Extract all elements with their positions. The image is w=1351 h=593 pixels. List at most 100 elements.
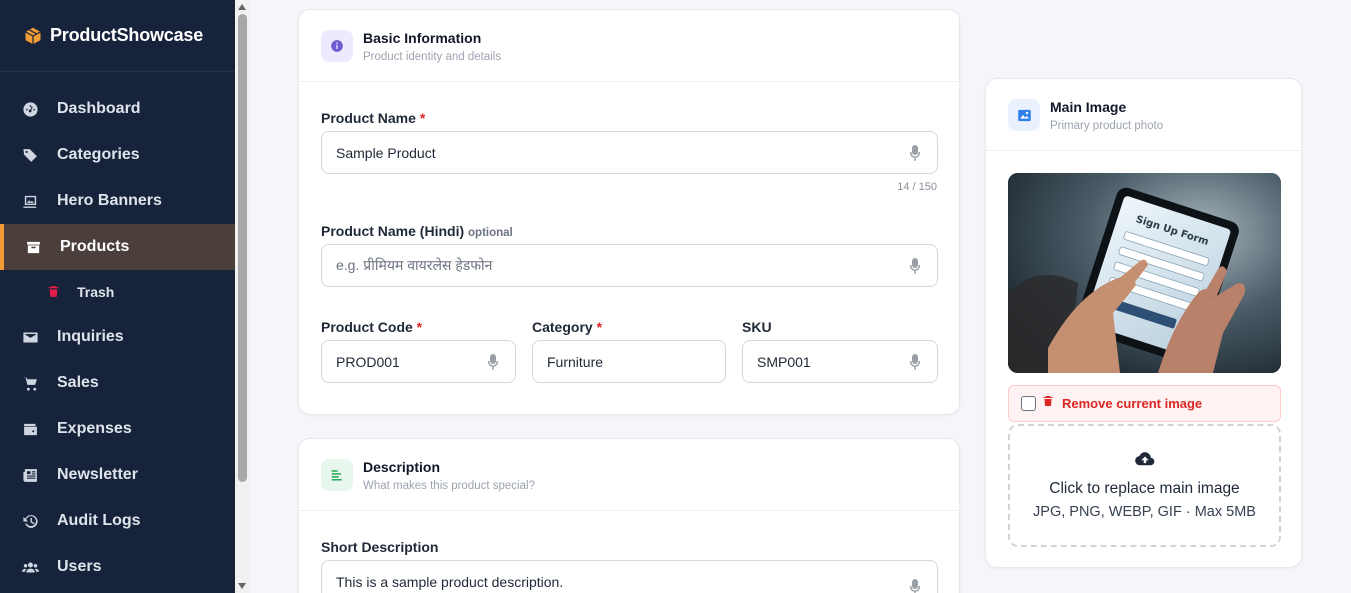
input-placeholder: e.g. प्रीमियम वायरलेस हेडफोन xyxy=(336,257,493,273)
scroll-down-arrow[interactable] xyxy=(238,583,246,589)
short-description-textarea[interactable]: This is a sample product description. xyxy=(321,560,938,593)
trash-icon xyxy=(1042,394,1054,413)
scroll-thumb[interactable] xyxy=(238,14,247,482)
newspaper-icon xyxy=(21,466,39,484)
sidebar-item-label: Hero Banners xyxy=(57,192,162,209)
sku-input[interactable]: SMP001 xyxy=(742,340,938,383)
label-text: Product Code xyxy=(321,319,413,335)
mic-icon[interactable] xyxy=(487,354,499,370)
label-text: Category xyxy=(532,319,593,335)
sidebar-item-categories[interactable]: Categories xyxy=(0,132,235,178)
cloud-upload-icon xyxy=(1134,451,1155,472)
description-card: Description What makes this product spec… xyxy=(298,438,960,593)
select-value: Furniture xyxy=(547,353,604,370)
brand[interactable]: ProductShowcase xyxy=(0,0,235,72)
sidebar-item-label: Audit Logs xyxy=(57,512,141,529)
tablet-photo: Sign Up Form xyxy=(1008,173,1281,373)
optional-tag: optional xyxy=(468,227,513,239)
sidebar-item-expenses[interactable]: Expenses xyxy=(0,406,235,452)
align-left-icon xyxy=(321,459,353,491)
sidebar-item-label: Expenses xyxy=(57,420,132,437)
dropzone-title: Click to replace main image xyxy=(1049,480,1240,497)
remove-image-checkbox[interactable] xyxy=(1021,396,1036,411)
sidebar-item-label: Trash xyxy=(77,284,115,300)
label-text: Product Name (Hindi) xyxy=(321,223,465,239)
product-code-input[interactable]: PROD001 xyxy=(321,340,516,383)
cart-icon xyxy=(21,374,39,392)
sidebar-item-audit-logs[interactable]: Audit Logs xyxy=(0,498,235,544)
sidebar-nav: Dashboard Categories Hero Banners Produc… xyxy=(0,72,235,590)
main-image-preview: Sign Up Form xyxy=(1008,173,1281,373)
section-subtitle: Product identity and details xyxy=(363,51,502,63)
label-text: SKU xyxy=(742,319,772,335)
sidebar: ProductShowcase Dashboard Categories Her… xyxy=(0,0,235,593)
textarea-value: This is a sample product description. xyxy=(336,574,564,590)
info-icon xyxy=(321,30,353,62)
sidebar-item-label: Users xyxy=(57,558,102,575)
sidebar-scrollbar[interactable] xyxy=(235,0,250,593)
card-header: Main Image Primary product photo xyxy=(986,79,1301,151)
tags-icon xyxy=(21,146,39,164)
mic-icon[interactable] xyxy=(909,354,921,370)
images-icon xyxy=(21,192,39,210)
character-counter: 14 / 150 xyxy=(897,181,937,193)
category-select[interactable]: Furniture xyxy=(532,340,726,383)
sidebar-item-sales[interactable]: Sales xyxy=(0,360,235,406)
sidebar-item-inquiries[interactable]: Inquiries xyxy=(0,314,235,360)
box-icon xyxy=(24,238,42,256)
product-name-label: Product Name * xyxy=(321,110,425,126)
required-mark: * xyxy=(419,110,426,126)
section-title: Basic Information xyxy=(363,30,482,46)
sidebar-item-dashboard[interactable]: Dashboard xyxy=(0,86,235,132)
remove-image-label: Remove current image xyxy=(1062,396,1203,411)
brand-name: ProductShowcase xyxy=(50,25,204,45)
input-value: Sample Product xyxy=(336,144,436,161)
gauge-icon xyxy=(21,100,39,118)
required-mark: * xyxy=(596,319,603,335)
remove-image-row[interactable]: Remove current image xyxy=(1008,385,1281,422)
history-icon xyxy=(21,512,39,530)
dropzone-formats: JPG, PNG, WEBP, GIF · Max 5MB xyxy=(1033,504,1256,520)
sidebar-item-label: Categories xyxy=(57,146,140,163)
image-icon xyxy=(1008,99,1040,131)
sidebar-item-label: Dashboard xyxy=(57,100,141,117)
section-title: Description xyxy=(363,459,441,475)
label-text: Short Description xyxy=(321,539,439,555)
category-label: Category * xyxy=(532,319,602,335)
sku-label: SKU xyxy=(742,319,772,335)
sidebar-item-newsletter[interactable]: Newsletter xyxy=(0,452,235,498)
card-header: Basic Information Product identity and d… xyxy=(299,10,959,82)
sidebar-item-trash[interactable]: Trash xyxy=(0,270,235,314)
input-value: SMP001 xyxy=(757,353,811,370)
image-dropzone[interactable]: Click to replace main image JPG, PNG, WE… xyxy=(1008,424,1281,547)
main-image-card: Main Image Primary product photo Sign Up… xyxy=(985,78,1302,568)
product-name-hindi-label: Product Name (Hindi) optional xyxy=(321,223,513,239)
wallet-icon xyxy=(21,420,39,438)
required-mark: * xyxy=(416,319,423,335)
users-icon xyxy=(21,558,39,576)
trash-icon xyxy=(47,285,61,299)
sidebar-item-products[interactable]: Products xyxy=(0,224,235,270)
label-text: Product Name xyxy=(321,110,416,126)
sidebar-item-users[interactable]: Users xyxy=(0,544,235,590)
sidebar-item-hero-banners[interactable]: Hero Banners xyxy=(0,178,235,224)
product-name-input[interactable]: Sample Product xyxy=(321,131,938,174)
mic-icon[interactable] xyxy=(909,145,921,161)
short-description-label: Short Description xyxy=(321,539,438,555)
section-subtitle: Primary product photo xyxy=(1050,120,1164,132)
envelope-icon xyxy=(21,328,39,346)
sidebar-item-label: Products xyxy=(60,238,130,255)
mic-icon[interactable] xyxy=(909,579,921,593)
basic-information-card: Basic Information Product identity and d… xyxy=(298,9,960,415)
scroll-up-arrow[interactable] xyxy=(238,4,246,10)
card-header: Description What makes this product spec… xyxy=(299,439,959,511)
mic-icon[interactable] xyxy=(909,258,921,274)
section-title: Main Image xyxy=(1050,99,1127,115)
section-subtitle: What makes this product special? xyxy=(363,480,535,492)
box-logo-icon xyxy=(25,27,41,44)
sidebar-item-label: Inquiries xyxy=(57,328,124,345)
sidebar-item-label: Sales xyxy=(57,374,99,391)
input-value: PROD001 xyxy=(336,353,400,370)
product-name-hindi-input[interactable]: e.g. प्रीमियम वायरलेस हेडफोन xyxy=(321,244,938,287)
sidebar-item-label: Newsletter xyxy=(57,466,138,483)
